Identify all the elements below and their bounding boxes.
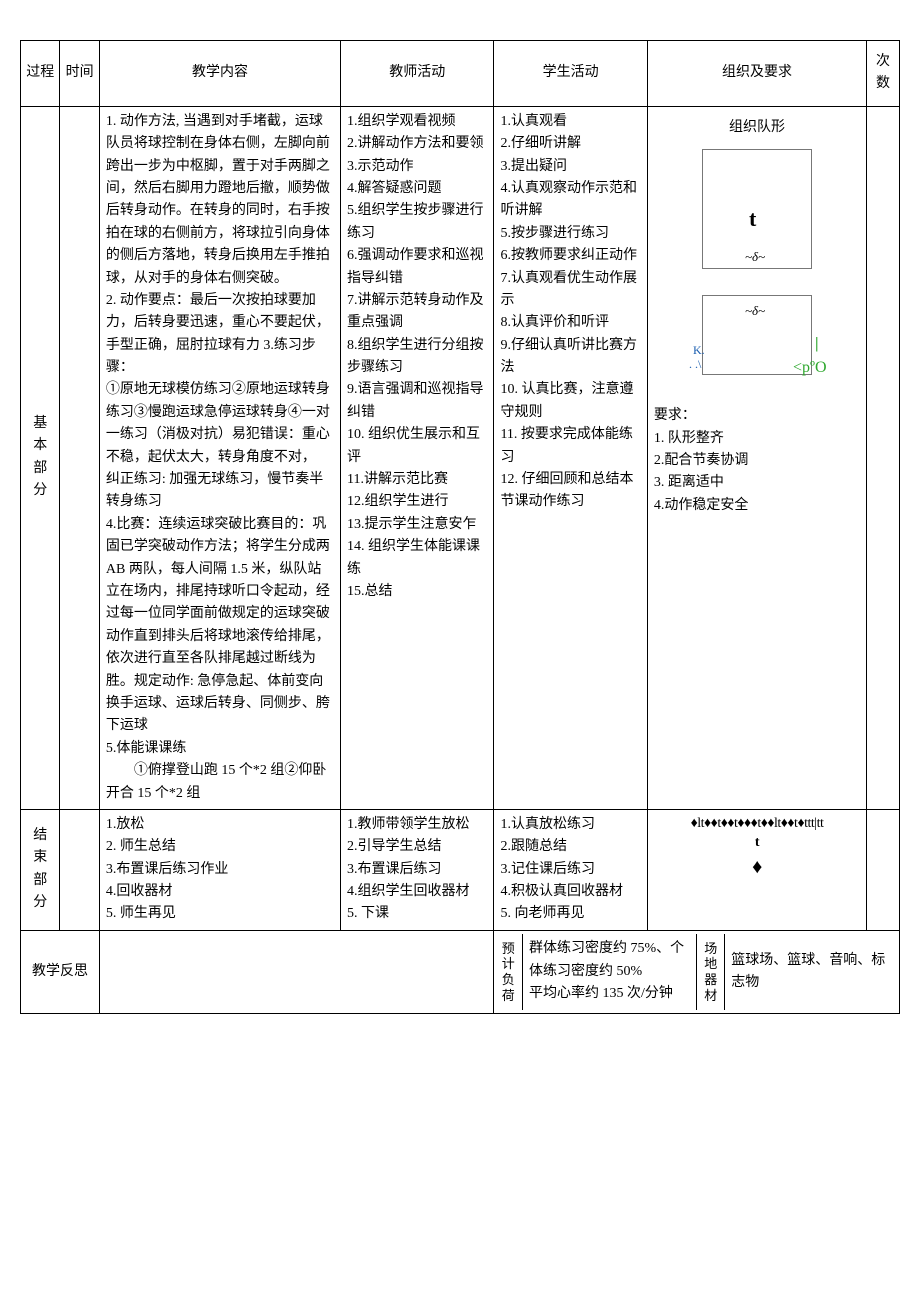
end-time (60, 809, 99, 930)
header-process: 过程 (21, 41, 60, 107)
end-content: 1.放松 2. 师生总结 3.布置课后练习作业 4.回收器材 5. 师生再见 (99, 809, 340, 930)
reflect-label: 教学反思 (21, 930, 100, 1013)
header-time: 时间 (60, 41, 99, 107)
end-symbols-3: ♦ (648, 853, 866, 881)
mark-delta-2: ~δ~ (745, 301, 765, 322)
load-label: 预计负荷 (494, 934, 522, 1009)
org-diagram-2: ~δ~ K. . .\ | <pºO (687, 295, 827, 395)
end-symbols-2: t (648, 833, 866, 853)
basic-process-text: 基 本部分 (33, 416, 47, 498)
end-teacher: 1.教师带领学生放松 2.引导学生总结 3.布置课后练习 4.组织学生回收器材 … (341, 809, 494, 930)
end-symbols-1: ♦lt♦♦t♦♦t♦♦♦t♦♦lt♦♦t♦ttt|tt (648, 814, 866, 834)
mark-dots: . .\ (689, 355, 701, 374)
header-org: 组织及要求 (647, 41, 866, 107)
header-count: 次数 (867, 41, 900, 107)
end-count (867, 809, 900, 930)
header-row: 过程 时间 教学内容 教师活动 学生活动 组织及要求 次数 (21, 41, 900, 107)
org-req-text: 1. 队形整齐 2.配合节奏协调 3. 距离适中 4.动作稳定安全 (654, 431, 749, 513)
org-diagram-1: t ~δ~ (687, 149, 827, 289)
load-text: 群体练习密度约 75%、个体练习密度约 50% 平均心率约 135 次/分钟 (522, 934, 696, 1009)
header-teacher: 教师活动 (341, 41, 494, 107)
basic-teacher: 1.组织学观看视频 2.讲解动作方法和要领 3.示范动作 4.解答疑惑问题 5.… (341, 106, 494, 809)
basic-content: 1. 动作方法, 当遇到对手堵截，运球队员将球控制在身体右侧，左脚向前跨出一步为… (99, 106, 340, 809)
basic-time (60, 106, 99, 809)
org-req-label: 要求： (654, 408, 696, 423)
header-student: 学生活动 (494, 41, 647, 107)
mark-green-bar: | (815, 331, 819, 357)
org-requirements: 要求： 1. 队形整齐 2.配合节奏协调 3. 距离适中 4.动作稳定安全 (654, 405, 860, 517)
row-footer: 教学反思 预计负荷 群体练习密度约 75%、个体练习密度约 50% 平均心率约 … (21, 930, 900, 1013)
end-org: ♦lt♦♦t♦♦t♦♦♦t♦♦lt♦♦t♦ttt|tt t ♦ (647, 809, 866, 930)
lesson-plan-table: 过程 时间 教学内容 教师活动 学生活动 组织及要求 次数 基 本部分 1. 动… (20, 40, 900, 1014)
row-basic: 基 本部分 1. 动作方法, 当遇到对手堵截，运球队员将球控制在身体右侧，左脚向… (21, 106, 900, 809)
mark-poo: <pºO (793, 355, 827, 381)
reflect-content (99, 930, 494, 1013)
equip-label: 场地器材 (697, 934, 725, 1009)
end-process-label: 结 束部分 (21, 809, 60, 930)
footer-right-block: 预计负荷 群体练习密度约 75%、个体练习密度约 50% 平均心率约 135 次… (494, 930, 900, 1013)
basic-process-label: 基 本部分 (21, 106, 60, 809)
basic-student: 1.认真观看 2.仔细听讲解 3.提出疑问 4.认真观察动作示范和听讲解 5.按… (494, 106, 647, 809)
mark-delta-1: ~δ~ (745, 247, 765, 268)
row-end: 结 束部分 1.放松 2. 师生总结 3.布置课后练习作业 4.回收器材 5. … (21, 809, 900, 930)
basic-count (867, 106, 900, 809)
header-content: 教学内容 (99, 41, 340, 107)
end-process-text: 结 束部分 (33, 828, 47, 910)
org-title: 组织队形 (654, 111, 860, 143)
equip-text: 篮球场、篮球、音响、标志物 (725, 934, 899, 1009)
end-student: 1.认真放松练习 2.跟随总结 3.记住课后练习 4.积极认真回收器材 5. 向… (494, 809, 647, 930)
basic-org: 组织队形 t ~δ~ ~δ~ K. . .\ | <pºO 要求： 1. 队形整… (647, 106, 866, 809)
mark-t-1: t (749, 201, 756, 236)
